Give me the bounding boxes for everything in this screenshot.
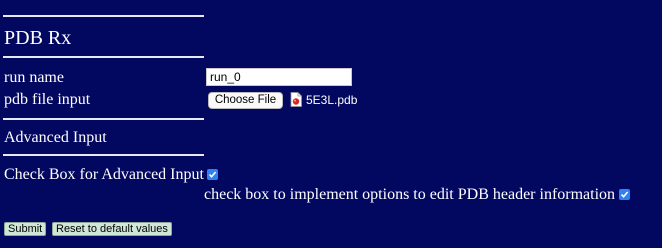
advanced-input-checkbox[interactable] <box>207 169 218 180</box>
chosen-file-name: 5E3L.pdb <box>306 93 358 107</box>
pdb-header-checkbox-label: check box to implement options to edit P… <box>204 186 616 203</box>
run-name-input[interactable] <box>206 68 352 86</box>
pdb-header-checkbox[interactable] <box>619 189 630 200</box>
page-title: PDB Rx <box>4 27 72 49</box>
submit-button[interactable]: Submit <box>4 222 47 236</box>
advanced-input-heading: Advanced Input <box>4 129 107 146</box>
divider-title <box>3 56 204 58</box>
divider-file <box>3 118 204 120</box>
pdb-file-label: pdb file input <box>4 91 91 108</box>
divider-top <box>3 15 204 17</box>
reset-button[interactable]: Reset to default values <box>52 222 172 236</box>
run-name-label: run name <box>4 69 64 86</box>
choose-file-button[interactable]: Choose File <box>208 92 283 109</box>
advanced-input-checkbox-label: Check Box for Advanced Input <box>4 166 204 183</box>
divider-advanced <box>3 154 204 156</box>
pdb-file-icon <box>290 92 302 107</box>
